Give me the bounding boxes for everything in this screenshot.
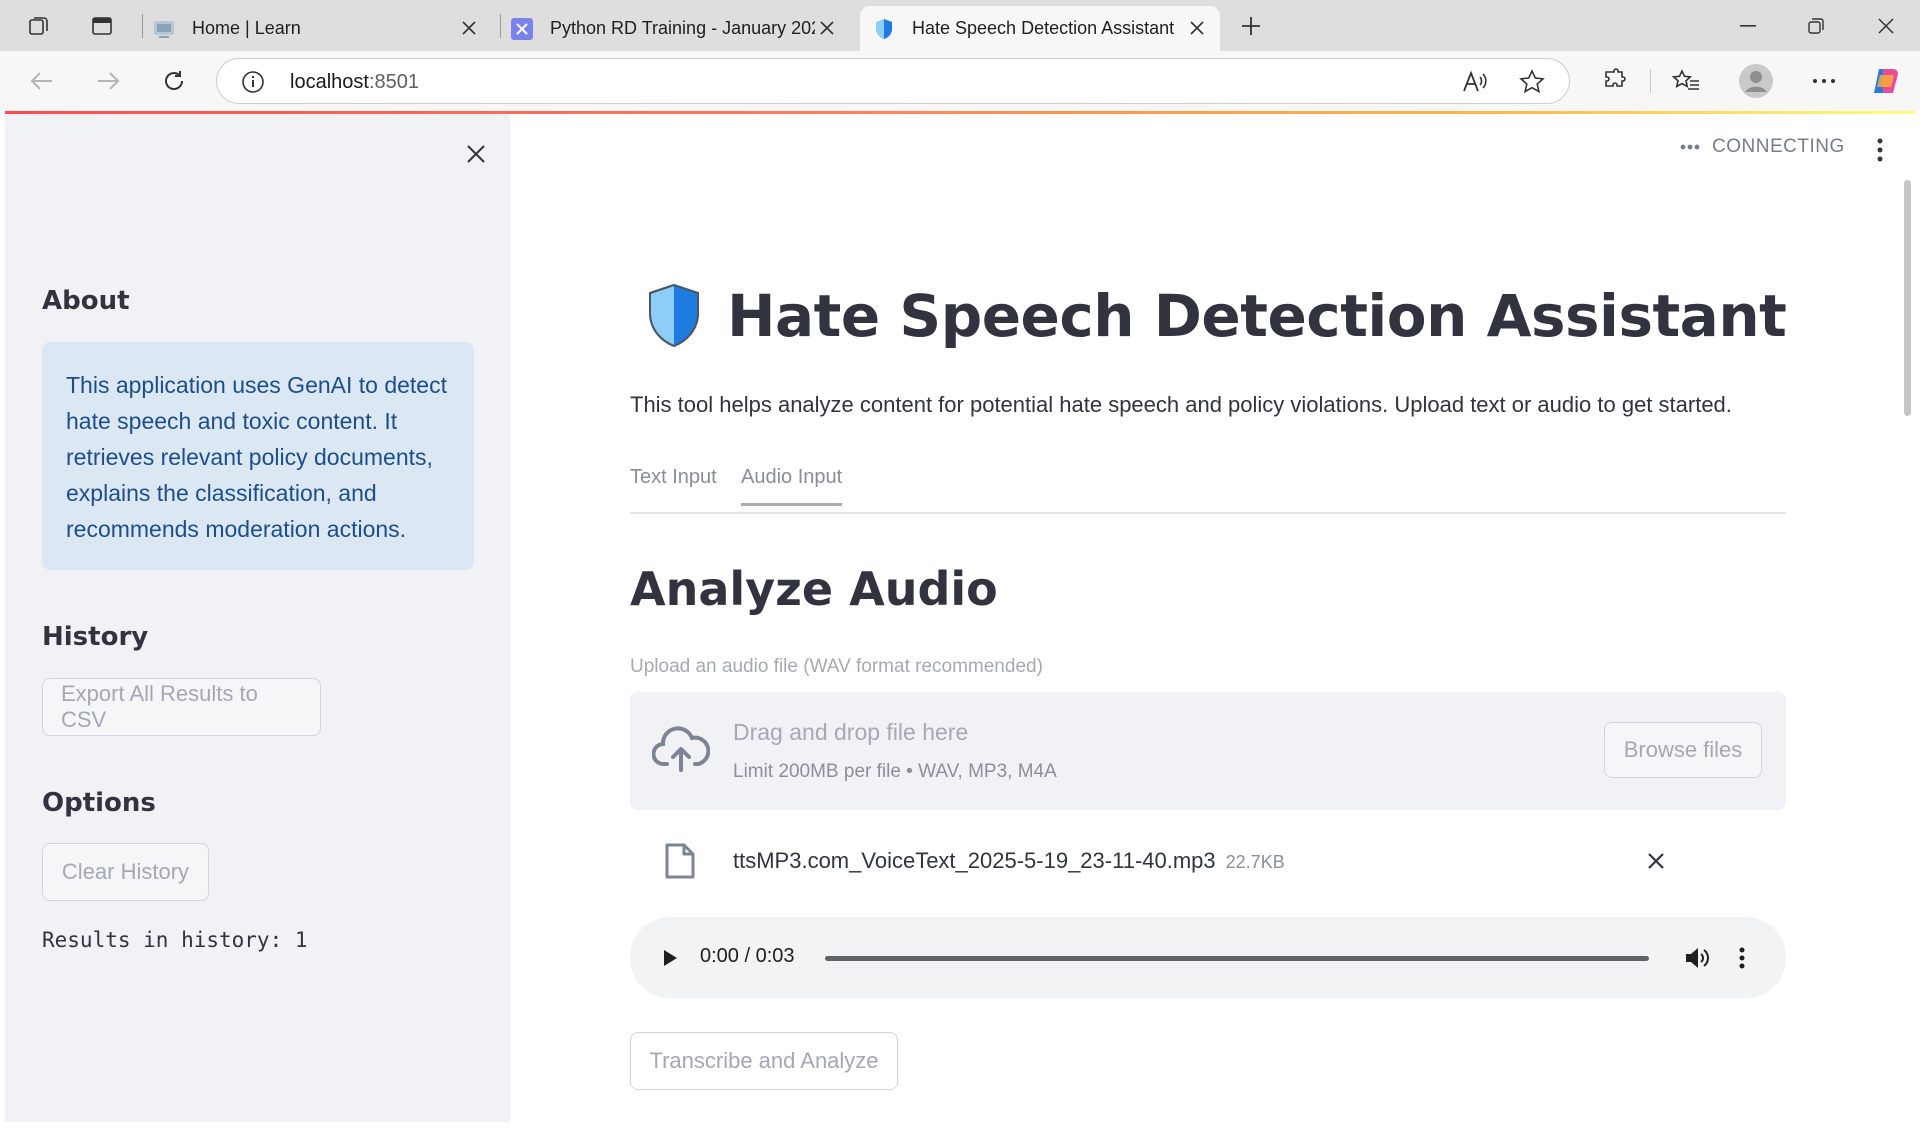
workspaces-icon[interactable] xyxy=(22,9,56,43)
site-info-icon[interactable] xyxy=(241,70,265,99)
play-icon[interactable] xyxy=(654,942,686,974)
extensions-icon[interactable] xyxy=(1596,63,1632,99)
file-dropzone[interactable]: Drag and drop file here Limit 200MB per … xyxy=(630,692,1786,810)
about-heading: About xyxy=(42,286,130,316)
close-tab-icon[interactable] xyxy=(458,17,480,39)
forward-icon[interactable] xyxy=(90,63,126,99)
about-info-box: This application uses GenAI to detect ha… xyxy=(42,342,474,570)
shield-favicon-icon xyxy=(872,17,896,41)
read-aloud-icon[interactable] xyxy=(1461,69,1489,100)
browser-toolbar: localhost:8501 xyxy=(0,51,1920,111)
tab-text-input[interactable]: Text Input xyxy=(630,466,717,503)
shield-icon xyxy=(649,283,699,348)
close-tab-icon[interactable] xyxy=(1186,17,1208,39)
close-sidebar-icon[interactable] xyxy=(458,136,494,172)
uploaded-file-row: ttsMP3.com_VoiceText_2025-5-19_23-11-40.… xyxy=(630,832,1786,892)
main-content: CONNECTING Hate Speech Detection Assista… xyxy=(510,114,1920,1128)
url-text: localhost:8501 xyxy=(290,71,419,93)
export-csv-button[interactable]: Export All Results to CSV xyxy=(42,678,321,736)
clear-history-button[interactable]: Clear History xyxy=(42,843,209,901)
page-subtitle: This tool helps analyze content for pote… xyxy=(630,392,1732,417)
results-count: Results in history: 1 xyxy=(42,928,308,952)
seek-bar[interactable] xyxy=(825,956,1649,961)
page-title: Hate Speech Detection Assistant xyxy=(645,282,1787,350)
tab-audio-input[interactable]: Audio Input xyxy=(741,466,843,506)
more-menu-icon[interactable] xyxy=(1806,63,1842,99)
tab-title: Hate Speech Detection Assistant xyxy=(912,18,1175,38)
favorite-star-icon[interactable] xyxy=(1519,69,1545,100)
browse-files-button[interactable]: Browse files xyxy=(1604,722,1762,778)
tab-actions-icon[interactable] xyxy=(85,9,119,43)
copilot-icon[interactable] xyxy=(1868,63,1904,99)
history-heading: History xyxy=(42,622,149,652)
new-tab-icon[interactable] xyxy=(1234,9,1268,43)
tab-title: Python RD Training - January 202 xyxy=(550,18,815,38)
address-bar[interactable]: localhost:8501 xyxy=(216,58,1570,104)
app-menu-icon[interactable] xyxy=(1866,132,1894,168)
refresh-icon[interactable] xyxy=(156,63,192,99)
sidebar: About This application uses GenAI to det… xyxy=(5,114,510,1122)
file-icon xyxy=(665,843,695,879)
options-heading: Options xyxy=(42,788,156,818)
tab-hate-speech-assistant[interactable]: Hate Speech Detection Assistant xyxy=(860,6,1220,51)
learn-favicon-icon xyxy=(152,17,176,41)
playback-time: 0:00 / 0:03 xyxy=(700,945,795,967)
favorites-icon[interactable] xyxy=(1668,63,1704,99)
section-heading: Analyze Audio xyxy=(630,562,998,616)
file-size: 22.7KB xyxy=(1225,852,1285,872)
page-scrollbar[interactable] xyxy=(1904,180,1911,416)
dropzone-limit: Limit 200MB per file • WAV, MP3, M4A xyxy=(733,761,1057,782)
page-title-text: Hate Speech Detection Assistant xyxy=(727,282,1787,350)
tab-title: Home | Learn xyxy=(192,18,301,38)
file-name: ttsMP3.com_VoiceText_2025-5-19_23-11-40.… xyxy=(733,848,1285,874)
back-icon[interactable] xyxy=(24,63,60,99)
tab-python-training[interactable]: Python RD Training - January 202 xyxy=(510,6,850,51)
uploader-label: Upload an audio file (WAV format recomme… xyxy=(630,656,1043,677)
browser-tab-bar: Home | Learn Python RD Training - Januar… xyxy=(0,0,1920,51)
volume-icon[interactable] xyxy=(1680,941,1714,975)
transcribe-analyze-button[interactable]: Transcribe and Analyze xyxy=(630,1032,898,1090)
player-options-icon[interactable] xyxy=(1728,941,1756,975)
status-text: CONNECTING xyxy=(1712,136,1845,157)
training-favicon-icon xyxy=(510,17,534,41)
profile-avatar-icon[interactable] xyxy=(1737,62,1775,100)
connection-status: CONNECTING xyxy=(1680,136,1845,158)
close-window-icon[interactable] xyxy=(1856,0,1916,51)
input-tabs: Text Input Audio Input xyxy=(630,466,1786,514)
file-name-text: ttsMP3.com_VoiceText_2025-5-19_23-11-40.… xyxy=(733,848,1216,873)
restore-icon[interactable] xyxy=(1786,0,1846,51)
connecting-dots-icon xyxy=(1680,144,1700,150)
audio-player: 0:00 / 0:03 xyxy=(630,917,1786,998)
tab-home-learn[interactable]: Home | Learn xyxy=(152,6,492,51)
remove-file-icon[interactable] xyxy=(1641,846,1671,876)
cloud-upload-icon xyxy=(652,726,710,772)
minimize-icon[interactable] xyxy=(1718,0,1778,51)
close-tab-icon[interactable] xyxy=(816,17,838,39)
dropzone-instructions: Drag and drop file here xyxy=(733,719,969,745)
